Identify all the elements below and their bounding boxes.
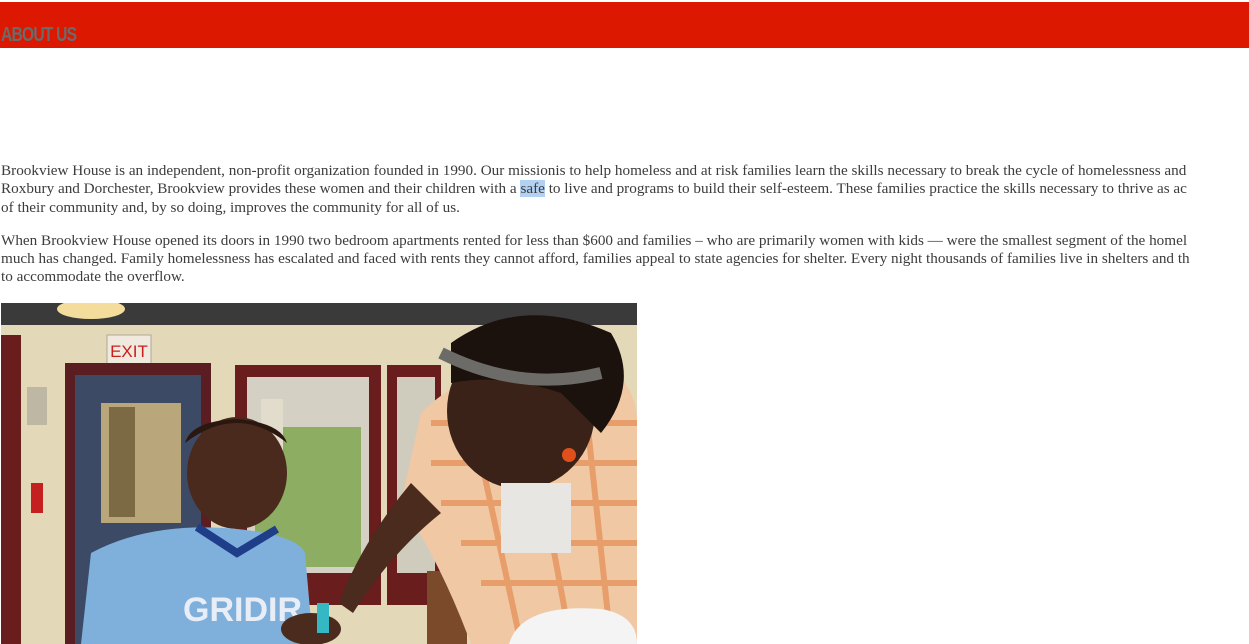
toy-cup — [317, 603, 329, 633]
paragraph-line: Roxbury and Dorchester, Brookview provid… — [1, 180, 1249, 198]
hands — [281, 613, 341, 644]
woman-undershirt — [501, 483, 571, 553]
paragraph-line: to accommodate the overflow. — [1, 268, 185, 286]
text-segment: Roxbury and Dorchester, Brookview provid… — [1, 180, 521, 198]
text-segment: to live and programs to build their self… — [544, 180, 1187, 198]
header-bar — [0, 2, 1249, 48]
paragraph-line: of their community and, by so doing, imp… — [1, 198, 460, 216]
about-paragraph-history: When Brookview House opened its doors in… — [1, 232, 1249, 287]
door-curtain — [109, 407, 135, 517]
paragraph-line: much has changed. Family homelessness ha… — [1, 250, 1190, 268]
fire-alarm — [31, 483, 43, 513]
selected-text[interactable]: safe — [520, 180, 545, 198]
page-title: ABOUT US — [1, 24, 77, 46]
earring — [562, 448, 576, 462]
wall-sign — [27, 387, 47, 425]
about-paragraph-mission: Brookview House is an independent, non-p… — [1, 162, 1249, 217]
boy-head — [187, 417, 287, 529]
paragraph-line: Brookview House is an independent, non-p… — [1, 162, 1187, 179]
family-photo: EXIT GRIDIR — [1, 303, 637, 644]
paragraph-line: When Brookview House opened its doors in… — [1, 231, 1188, 249]
photo-illustration: EXIT GRIDIR — [1, 303, 637, 644]
door-frame — [1, 335, 21, 644]
exit-sign-text: EXIT — [110, 342, 148, 361]
about-content: Brookview House is an independent, non-p… — [1, 162, 1249, 302]
